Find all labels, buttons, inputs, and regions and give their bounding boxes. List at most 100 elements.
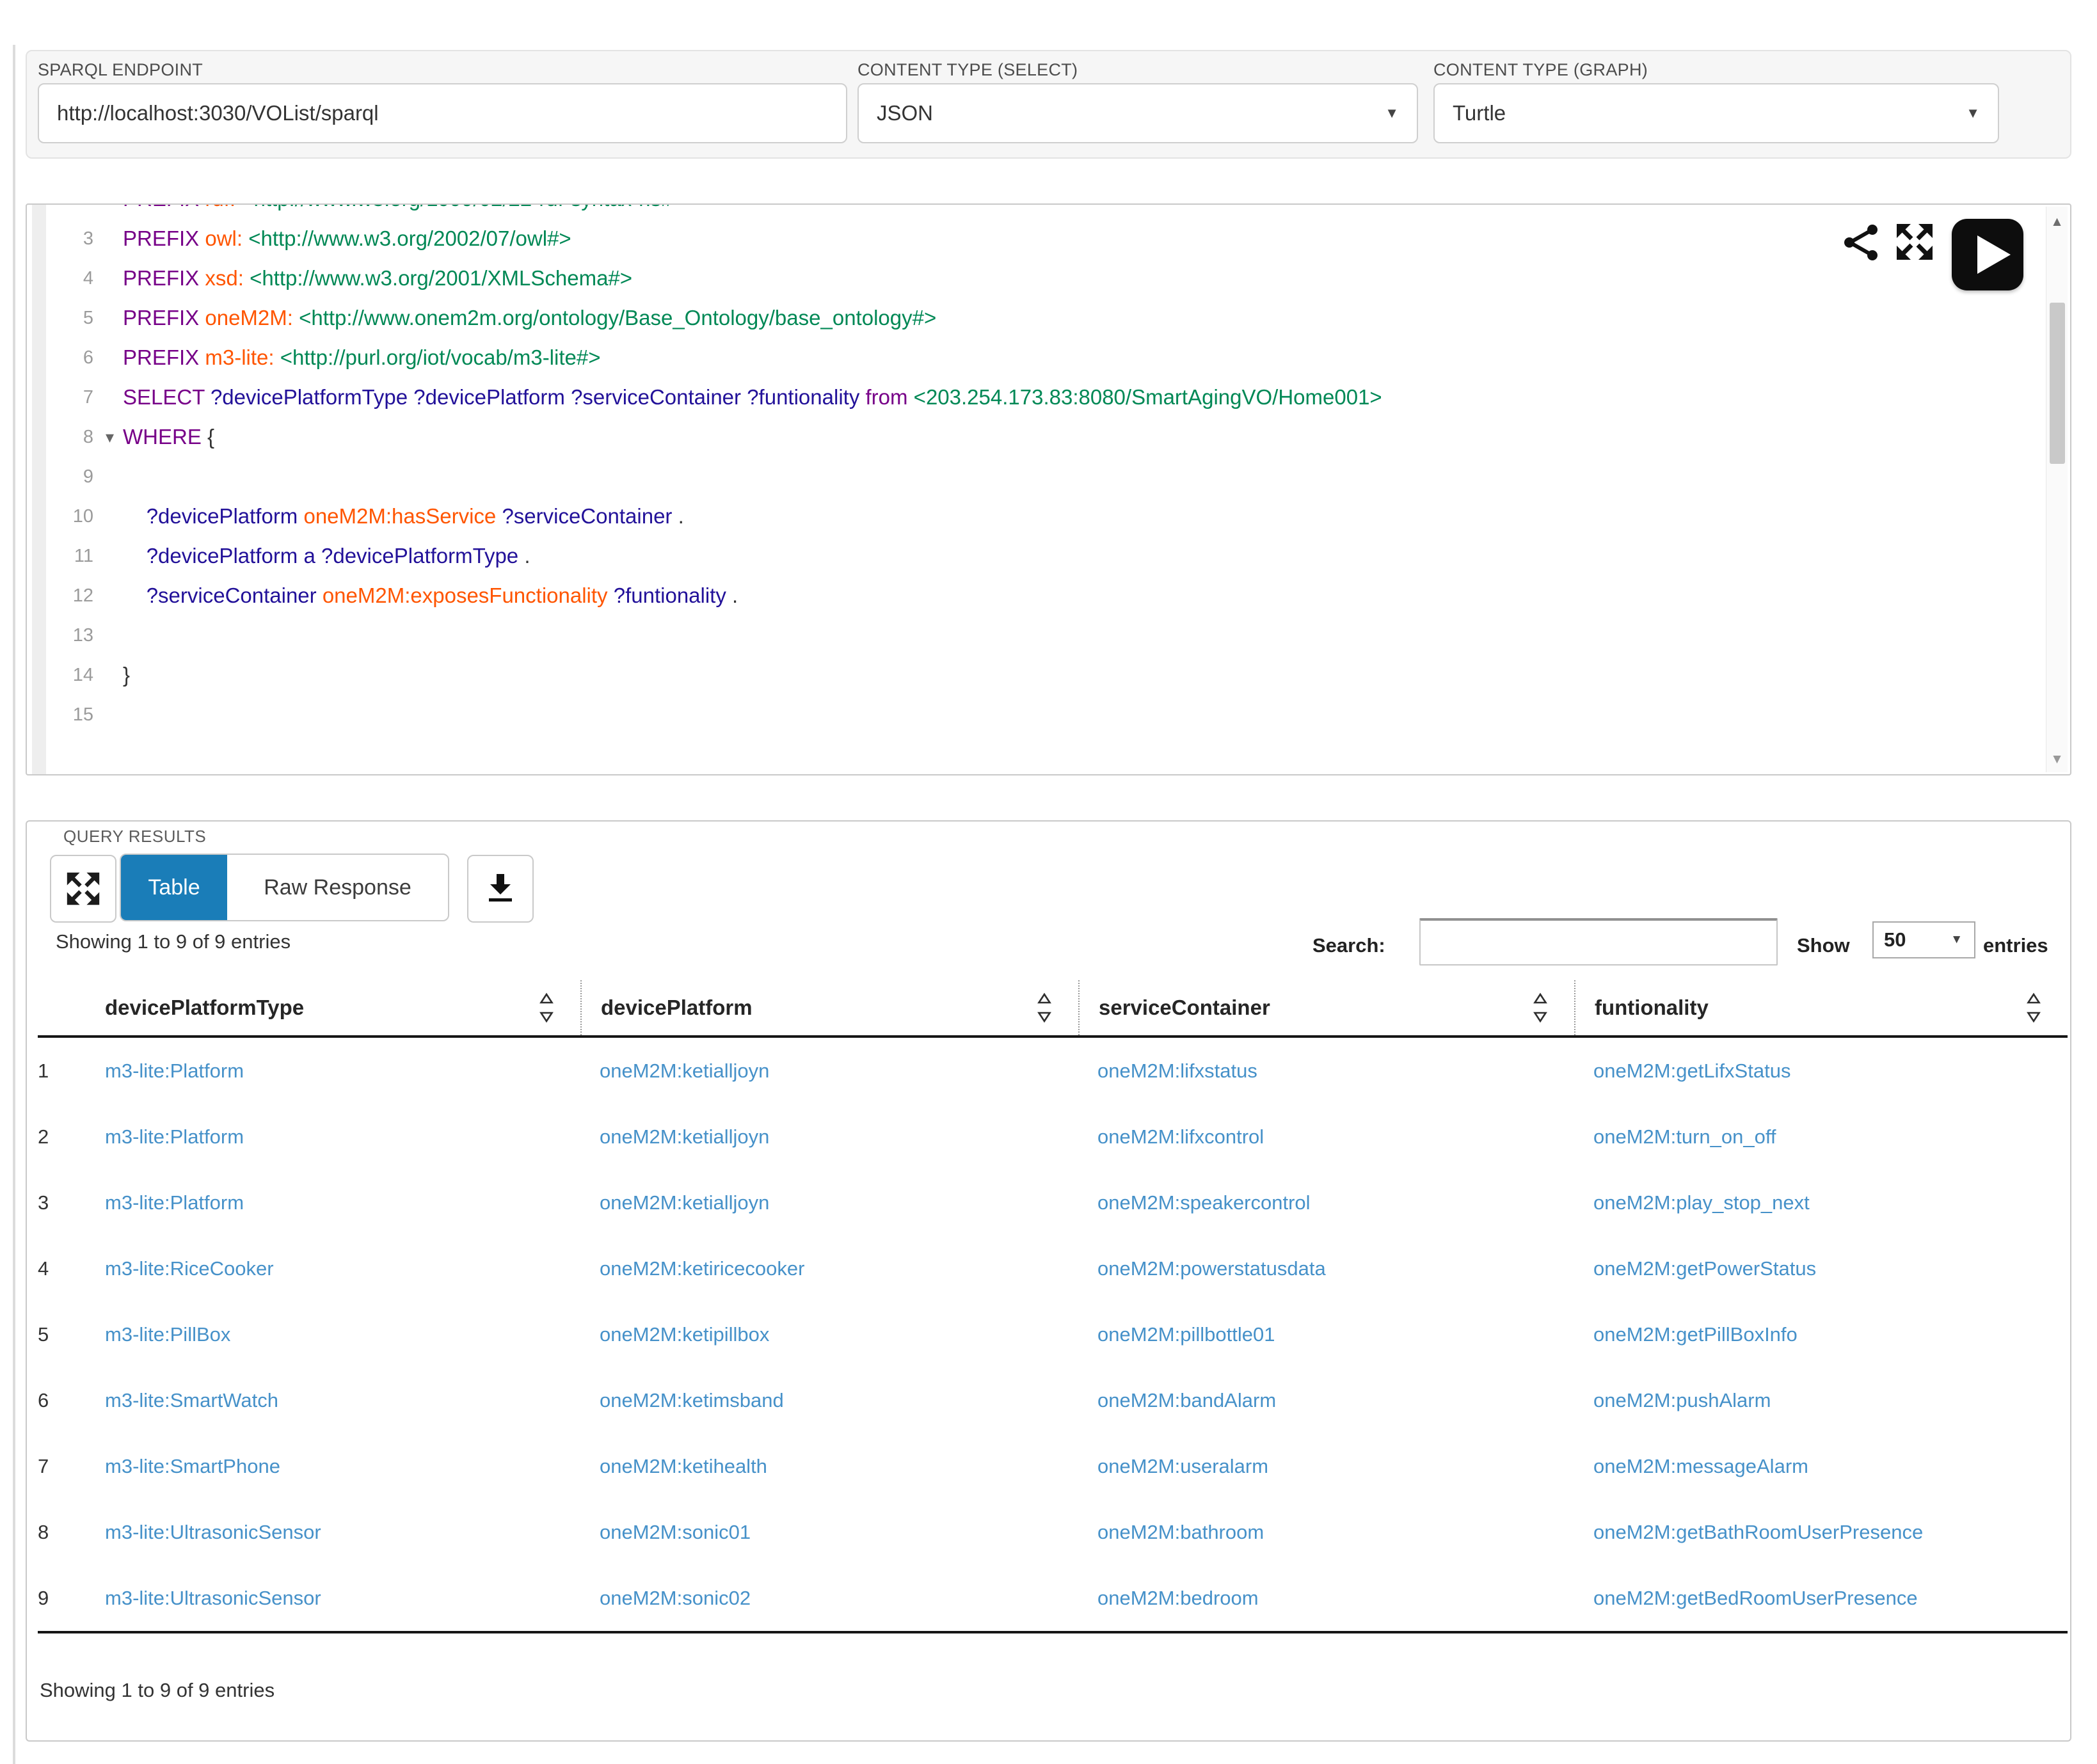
fullscreen-icon[interactable] bbox=[1895, 223, 1934, 261]
editor-scrollbar-thumb[interactable] bbox=[2050, 303, 2065, 464]
table-row: 2m3-lite:PlatformoneM2M:ketialljoynoneM2… bbox=[38, 1104, 2068, 1170]
sort-icon[interactable] bbox=[1037, 992, 1051, 1023]
result-cell-link[interactable]: oneM2M:play_stop_next bbox=[1593, 1191, 1810, 1214]
result-cell: m3-lite:PillBox bbox=[104, 1323, 580, 1346]
results-fullscreen-button[interactable] bbox=[50, 855, 116, 923]
code-line: 8▾WHERE { bbox=[27, 417, 2043, 457]
result-cell-link[interactable]: oneM2M:sonic02 bbox=[600, 1587, 751, 1609]
result-cell-link[interactable]: oneM2M:getPillBoxInfo bbox=[1593, 1323, 1798, 1346]
dropdown-caret-icon: ▼ bbox=[1966, 105, 1980, 122]
token-pln bbox=[275, 346, 280, 369]
content-type-select-value: JSON bbox=[877, 101, 933, 125]
column-label: devicePlatform bbox=[601, 996, 753, 1020]
result-cell-link[interactable]: oneM2M:messageAlarm bbox=[1593, 1455, 1808, 1477]
column-label: serviceContainer bbox=[1099, 996, 1270, 1020]
content-type-graph-dropdown[interactable]: Turtle ▼ bbox=[1433, 83, 1999, 143]
row-number: 9 bbox=[38, 1587, 104, 1610]
code-text: } bbox=[123, 655, 130, 695]
result-cell-link[interactable]: oneM2M:useralarm bbox=[1097, 1455, 1268, 1477]
editor-scrollbar[interactable]: ▲ ▼ bbox=[2046, 207, 2068, 772]
result-cell-link[interactable]: oneM2M:getLifxStatus bbox=[1593, 1060, 1790, 1082]
search-input[interactable] bbox=[1419, 918, 1778, 965]
code-text: PREFIX oneM2M: <http://www.onem2m.org/on… bbox=[123, 298, 936, 338]
result-cell-link[interactable]: m3-lite:RiceCooker bbox=[105, 1257, 274, 1280]
token-iri: <http://www.w3.org/1999/02/22-rdf-syntax… bbox=[241, 203, 685, 211]
result-cell: oneM2M:getPillBoxInfo bbox=[1574, 1323, 2068, 1346]
result-cell-link[interactable]: m3-lite:PillBox bbox=[105, 1323, 230, 1346]
token-pfx: owl: bbox=[205, 226, 243, 250]
result-cell-link[interactable]: m3-lite:UltrasonicSensor bbox=[105, 1587, 321, 1609]
result-cell-link[interactable]: m3-lite:Platform bbox=[105, 1060, 244, 1082]
token-pun: . bbox=[732, 584, 738, 607]
token-iri: <http://www.w3.org/2002/07/owl#> bbox=[248, 226, 571, 250]
fold-arrow-icon[interactable]: ▾ bbox=[106, 417, 114, 457]
token-pfx: xsd: bbox=[205, 266, 244, 290]
result-cell-link[interactable]: oneM2M:turn_on_off bbox=[1593, 1125, 1776, 1148]
result-cell-link[interactable]: oneM2M:pillbottle01 bbox=[1097, 1323, 1275, 1346]
result-cell-link[interactable]: oneM2M:bedroom bbox=[1097, 1587, 1259, 1609]
query-editor[interactable]: PREFIX rdf: <http://www.w3.org/1999/02/2… bbox=[26, 203, 2071, 775]
row-number: 7 bbox=[38, 1455, 104, 1478]
result-cell-link[interactable]: oneM2M:bandAlarm bbox=[1097, 1389, 1276, 1411]
result-cell-link[interactable]: m3-lite:Platform bbox=[105, 1125, 244, 1148]
token-kw: SELECT bbox=[123, 385, 211, 409]
table-row: 5m3-lite:PillBoxoneM2M:ketipillboxoneM2M… bbox=[38, 1301, 2068, 1367]
token-pln bbox=[123, 544, 147, 568]
result-cell-link[interactable]: oneM2M:ketialljoyn bbox=[600, 1191, 769, 1214]
code-text: PREFIX xsd: <http://www.w3.org/2001/XMLS… bbox=[123, 258, 632, 298]
sort-icon[interactable] bbox=[2027, 992, 2041, 1023]
result-cell-link[interactable]: oneM2M:ketiricecooker bbox=[600, 1257, 804, 1280]
tab-raw-response[interactable]: Raw Response bbox=[227, 855, 448, 920]
sort-icon[interactable] bbox=[1533, 992, 1547, 1023]
code-line: 11 ?devicePlatform a ?devicePlatformType… bbox=[27, 536, 2043, 576]
run-query-button[interactable] bbox=[1952, 219, 2023, 290]
result-cell-link[interactable]: oneM2M:ketialljoyn bbox=[600, 1060, 769, 1082]
result-cell-link[interactable]: oneM2M:getBathRoomUserPresence bbox=[1593, 1521, 1923, 1543]
result-cell-link[interactable]: oneM2M:powerstatusdata bbox=[1097, 1257, 1326, 1280]
token-pln bbox=[243, 226, 248, 250]
result-cell-link[interactable]: oneM2M:ketihealth bbox=[600, 1455, 767, 1477]
code-text: ?serviceContainer oneM2M:exposesFunction… bbox=[123, 576, 738, 616]
token-var: ?devicePlatform bbox=[147, 544, 304, 568]
result-cell-link[interactable]: m3-lite:Platform bbox=[105, 1191, 244, 1214]
entries-label: entries bbox=[1983, 934, 2048, 957]
content-type-graph-value: Turtle bbox=[1453, 101, 1506, 125]
code-line: 10 ?devicePlatform oneM2M:hasService ?se… bbox=[27, 497, 2043, 536]
content-type-select-dropdown[interactable]: JSON ▼ bbox=[857, 83, 1418, 143]
tab-table[interactable]: Table bbox=[121, 855, 227, 920]
header-cell-serviceContainer[interactable]: serviceContainer bbox=[1078, 980, 1574, 1035]
result-cell-link[interactable]: oneM2M:bathroom bbox=[1097, 1521, 1264, 1543]
page-size-select[interactable]: 50 ▼ bbox=[1872, 921, 1975, 958]
result-cell: m3-lite:RiceCooker bbox=[104, 1257, 580, 1280]
scroll-down-icon[interactable]: ▼ bbox=[2046, 752, 2068, 767]
fullscreen-icon bbox=[66, 871, 100, 906]
result-cell-link[interactable]: oneM2M:getPowerStatus bbox=[1593, 1257, 1816, 1280]
result-cell-link[interactable]: oneM2M:sonic01 bbox=[600, 1521, 751, 1543]
content-type-graph-label: CONTENT TYPE (GRAPH) bbox=[1433, 60, 1648, 80]
result-cell: oneM2M:messageAlarm bbox=[1574, 1455, 2068, 1478]
result-cell-link[interactable]: m3-lite:SmartPhone bbox=[105, 1455, 280, 1477]
result-cell-link[interactable]: oneM2M:lifxcontrol bbox=[1097, 1125, 1264, 1148]
scroll-up-icon[interactable]: ▲ bbox=[2046, 214, 2068, 230]
header-cell-devicePlatformType[interactable]: devicePlatformType bbox=[104, 980, 580, 1035]
sort-icon[interactable] bbox=[539, 992, 554, 1023]
header-cell-funtionality[interactable]: funtionality bbox=[1574, 980, 2068, 1035]
result-cell-link[interactable]: m3-lite:UltrasonicSensor bbox=[105, 1521, 321, 1543]
result-cell-link[interactable]: m3-lite:SmartWatch bbox=[105, 1389, 278, 1411]
result-cell-link[interactable]: oneM2M:lifxstatus bbox=[1097, 1060, 1257, 1082]
share-icon[interactable] bbox=[1843, 224, 1880, 261]
sparql-endpoint-input[interactable] bbox=[38, 83, 847, 143]
download-button[interactable] bbox=[467, 855, 534, 923]
result-cell-link[interactable]: oneM2M:pushAlarm bbox=[1593, 1389, 1771, 1411]
token-kw: PREFIX bbox=[123, 266, 205, 290]
result-cell-link[interactable]: oneM2M:ketimsband bbox=[600, 1389, 784, 1411]
row-number: 1 bbox=[38, 1060, 104, 1083]
token-iri: <http://www.onem2m.org/ontology/Base_Ont… bbox=[299, 306, 936, 330]
result-cell-link[interactable]: oneM2M:getBedRoomUserPresence bbox=[1593, 1587, 1918, 1609]
results-table-header: devicePlatformType devicePlatform serviceC… bbox=[38, 980, 2068, 1038]
result-cell-link[interactable]: oneM2M:speakercontrol bbox=[1097, 1191, 1311, 1214]
header-cell-devicePlatform[interactable]: devicePlatform bbox=[580, 980, 1078, 1035]
result-cell: oneM2M:sonic02 bbox=[580, 1587, 1078, 1610]
result-cell-link[interactable]: oneM2M:ketialljoyn bbox=[600, 1125, 769, 1148]
result-cell-link[interactable]: oneM2M:ketipillbox bbox=[600, 1323, 769, 1346]
